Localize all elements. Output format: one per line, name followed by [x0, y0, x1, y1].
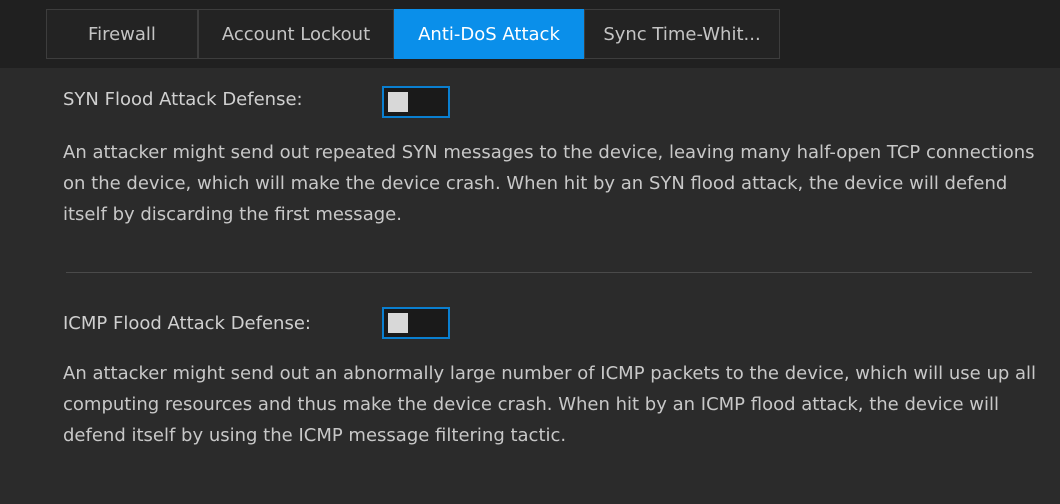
tab-firewall[interactable]: Firewall [46, 9, 198, 59]
toggle-knob [388, 313, 408, 333]
tab-sync-time-whitelist[interactable]: Sync Time-Whit... [584, 9, 780, 59]
icmp-flood-description: An attacker might send out an abnormally… [63, 363, 1037, 446]
icmp-flood-toggle[interactable] [382, 307, 450, 339]
tab-account-lockout[interactable]: Account Lockout [198, 9, 394, 59]
tab-bar: Firewall Account Lockout Anti-DoS Attack… [0, 0, 1060, 68]
toggle-knob [388, 92, 408, 112]
syn-flood-description: An attacker might send out repeated SYN … [63, 142, 1035, 225]
syn-flood-label: SYN Flood Attack Defense: [63, 89, 303, 110]
tab-anti-dos-attack[interactable]: Anti-DoS Attack [394, 9, 584, 59]
syn-flood-toggle[interactable] [382, 86, 450, 118]
icmp-flood-label: ICMP Flood Attack Defense: [63, 313, 311, 334]
section-divider [66, 272, 1032, 273]
